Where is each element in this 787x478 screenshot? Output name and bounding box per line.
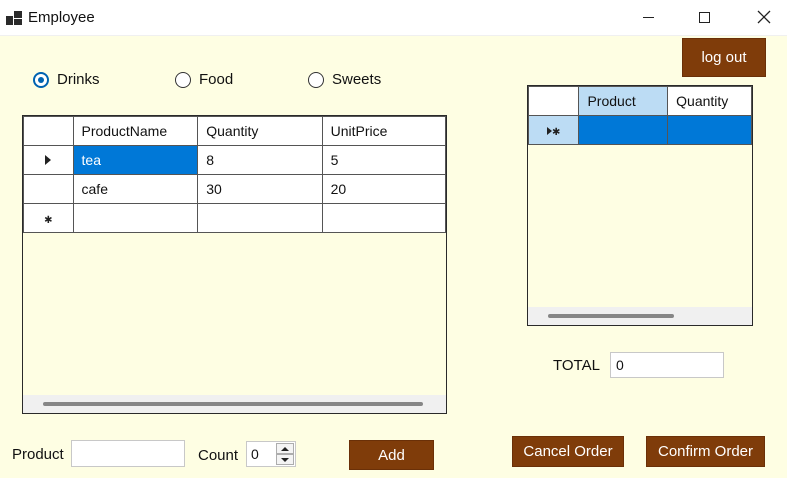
count-value[interactable]: 0 [251,446,259,462]
cell-productname[interactable] [72,203,199,233]
column-header-product[interactable]: Product [578,86,669,116]
radio-drinks-label: Drinks [57,71,100,88]
minimize-icon [642,16,654,18]
column-header-productname[interactable]: ProductName [72,116,199,146]
table-row[interactable]: cafe 30 20 [23,174,447,204]
close-button[interactable] [741,0,787,34]
radio-drinks[interactable]: Drinks [33,71,100,88]
horizontal-scrollbar[interactable] [23,395,446,413]
product-label: Product [12,446,64,463]
title-bar: Employee [0,0,787,36]
scrollbar-thumb[interactable] [43,402,423,406]
table-row[interactable]: tea 8 5 [23,145,447,175]
current-row-arrow-icon [45,155,52,165]
count-decrement-button[interactable] [276,454,294,465]
row-header[interactable]: ✱ [527,115,580,145]
cell-quantity[interactable]: 30 [197,174,323,204]
cell-unitprice[interactable] [321,203,447,233]
maximize-icon [698,11,710,23]
new-row[interactable]: ✱ [527,115,752,145]
logout-button[interactable]: log out [682,38,766,77]
arrow-up-icon [281,446,289,451]
row-header[interactable]: ✱ [23,203,74,233]
cell-unitprice[interactable]: 20 [321,174,447,204]
cancel-order-button[interactable]: Cancel Order [512,436,624,467]
radio-sweets-label: Sweets [332,71,382,88]
cell-quantity[interactable] [197,203,323,233]
products-grid[interactable]: ProductName Quantity UnitPrice tea 8 5 c… [22,115,447,414]
add-button[interactable]: Add [349,440,434,470]
row-header[interactable] [23,145,74,175]
order-grid[interactable]: Product Quantity ✱ [527,85,753,326]
confirm-order-button[interactable]: Confirm Order [646,436,765,467]
radio-food-label: Food [199,71,234,88]
cell-quantity[interactable] [667,115,752,145]
count-increment-button[interactable] [276,443,294,454]
total-field[interactable] [610,352,724,378]
total-label: TOTAL [553,357,600,374]
order-header-row: Product Quantity [527,86,752,116]
app-window-icon [6,11,22,25]
radio-sweets[interactable]: Sweets [308,71,381,88]
column-header-quantity[interactable]: Quantity [667,86,752,116]
horizontal-scrollbar[interactable] [528,307,752,325]
window-title: Employee [28,9,95,26]
radio-unchecked-icon [308,71,324,88]
count-label: Count [198,447,239,464]
new-row-star-icon: ✱ [44,215,53,226]
count-stepper[interactable]: 0 [246,441,296,467]
minimize-button[interactable] [625,0,671,34]
radio-unchecked-icon [175,71,191,88]
maximize-button[interactable] [681,0,727,34]
row-header-corner[interactable] [23,116,74,146]
close-icon [757,10,771,24]
cell-quantity[interactable]: 8 [197,145,323,175]
cell-unitprice[interactable]: 5 [321,145,447,175]
cell-product[interactable] [578,115,669,145]
row-header-corner[interactable] [527,86,580,116]
radio-checked-icon [33,71,49,88]
new-row[interactable]: ✱ [23,203,447,233]
arrow-down-icon [281,457,289,462]
products-header-row: ProductName Quantity UnitPrice [23,116,447,146]
product-field[interactable] [71,440,185,467]
cell-productname[interactable]: tea [72,145,199,175]
scrollbar-thumb[interactable] [548,314,674,318]
cell-productname[interactable]: cafe [72,174,199,204]
radio-food[interactable]: Food [175,71,233,88]
column-header-quantity[interactable]: Quantity [197,116,323,146]
column-header-unitprice[interactable]: UnitPrice [321,116,447,146]
row-header[interactable] [23,174,74,204]
new-row-star-icon: ✱ [552,127,561,138]
